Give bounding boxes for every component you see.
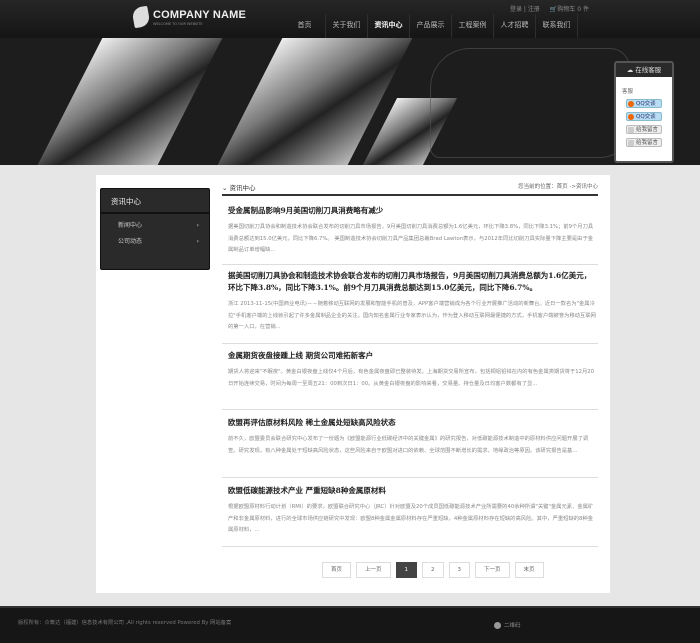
divider bbox=[222, 409, 598, 410]
sidebar-title: 资讯中心 bbox=[101, 189, 209, 214]
last-page-button[interactable]: 末页 bbox=[514, 562, 544, 578]
article-summary: 据美国切削刀具协会和制造技术协会联合发布的切削刀具市场报告，9月美国切削刀具消费… bbox=[228, 224, 594, 253]
logo[interactable]: COMPANY NAME WELCOME TO OUR WEBSITE bbox=[131, 5, 247, 29]
article-title[interactable]: 欧盟低碳能源技术产业 严重短缺8种金属原材料 bbox=[228, 485, 598, 497]
page-3-button[interactable]: 3 bbox=[448, 562, 471, 578]
leave-message-button[interactable]: 给我留言 bbox=[626, 125, 662, 134]
divider bbox=[222, 546, 598, 547]
first-page-button[interactable]: 首页 bbox=[322, 562, 352, 578]
sidebar-item-company[interactable]: 公司动态 › bbox=[101, 234, 209, 250]
article-item: 欧盟再评估原材料风险 稀土金属处短缺高风险状态 前不久，欧盟委员会联合研究中心发… bbox=[228, 417, 598, 457]
page-1-button[interactable]: 1 bbox=[395, 562, 418, 578]
breadcrumb[interactable]: 您当前的位置：首页 ->资讯中心 bbox=[518, 182, 598, 194]
cart-link[interactable]: 🛒购物车 0 件 bbox=[550, 4, 589, 13]
article-item: 受金属制品影响9月美国切削刀具消费略有减少 据美国切削刀具协会和制造技术协会联合… bbox=[228, 205, 598, 257]
banner-sketch-image bbox=[430, 48, 630, 158]
article-title[interactable]: 据美国切削刀具协会和制造技术协会联合发布的切削刀具市场报告，9月美国切削刀具消费… bbox=[228, 270, 598, 294]
nav-cases[interactable]: 工程案例 bbox=[452, 14, 494, 38]
sidebar-item-news[interactable]: 新闻中心 › bbox=[101, 218, 209, 234]
nav-news[interactable]: 资讯中心 bbox=[368, 14, 410, 38]
page-2-button[interactable]: 2 bbox=[422, 562, 444, 578]
nav-jobs[interactable]: 人才招聘 bbox=[494, 14, 536, 38]
banner bbox=[0, 38, 700, 165]
widget-title: ☁ 在线客服 bbox=[616, 63, 672, 77]
nav-products[interactable]: 产品展示 bbox=[410, 14, 452, 38]
divider bbox=[222, 264, 598, 265]
pagination: 首页 上一页 1 2 3 下一页 末页 bbox=[322, 562, 544, 578]
nav-contact[interactable]: 联系我们 bbox=[536, 14, 578, 38]
sidebar: 资讯中心 新闻中心 › 公司动态 › bbox=[100, 188, 210, 270]
article-item: 欧盟低碳能源技术产业 严重短缺8种金属原材料 根据欧盟原材料行动计划（RMI）的… bbox=[228, 485, 598, 537]
tagline: WELCOME TO OUR WEBSITE bbox=[153, 21, 203, 26]
footer: 版权所有：众筹达（福建）信息技术有限公司 ,All rights reserve… bbox=[0, 606, 700, 643]
nav-home[interactable]: 首页 bbox=[284, 14, 326, 38]
chevron-down-icon: ⌄ bbox=[222, 184, 230, 192]
leaf-logo-icon bbox=[131, 5, 151, 29]
banner-engine-image bbox=[37, 38, 223, 165]
article-summary: 前不久，欧盟委员会联合研究中心发布了一份题为《欧盟能源行业低碳经济中的关键金属》… bbox=[228, 436, 589, 454]
qq-icon bbox=[628, 114, 634, 120]
prev-page-button[interactable]: 上一页 bbox=[356, 562, 391, 578]
chat-icon: ☁ bbox=[626, 66, 636, 74]
divider bbox=[222, 343, 598, 344]
article-title[interactable]: 欧盟再评估原材料风险 稀土金属处短缺高风险状态 bbox=[228, 417, 598, 429]
article-summary: 根据欧盟原材料行动计划（RMI）的要求，欧盟联合研究中心（JRC）针对欧盟及20… bbox=[228, 504, 594, 533]
article-summary: 浙江 2013-11-15(中国商业电讯)－－随着移动互联网的发展和智能手机的普… bbox=[228, 301, 596, 330]
qq-chat-button[interactable]: QQ交谈 bbox=[626, 112, 662, 121]
message-icon bbox=[628, 127, 634, 133]
article-title[interactable]: 受金属制品影响9月美国切削刀具消费略有减少 bbox=[228, 205, 598, 217]
main-header: ⌄ 资讯中心 您当前的位置：首页 ->资讯中心 bbox=[222, 182, 598, 196]
header: COMPANY NAME WELCOME TO OUR WEBSITE 登录 |… bbox=[0, 0, 700, 38]
qq-chat-button[interactable]: QQ交谈 bbox=[626, 99, 662, 108]
widget-label: 客服 bbox=[622, 89, 634, 95]
online-service-widget: ☁ 在线客服 客服 QQ交谈 QQ交谈 给我留言 给我留言 bbox=[614, 61, 674, 163]
leave-message-button[interactable]: 给我留言 bbox=[626, 138, 662, 147]
main-nav: 首页 关于我们 资讯中心 产品展示 工程案例 人才招聘 联系我们 bbox=[284, 14, 578, 38]
message-icon bbox=[628, 140, 634, 146]
article-title[interactable]: 金属期货夜盘接踵上线 期货公司难拓新客户 bbox=[228, 350, 598, 362]
section-title: 资讯中心 bbox=[229, 184, 256, 192]
qrcode-icon bbox=[494, 621, 501, 629]
copyright: 版权所有：众筹达（福建）信息技术有限公司 ,All rights reserve… bbox=[18, 620, 232, 626]
next-page-button[interactable]: 下一页 bbox=[475, 562, 510, 578]
article-item: 金属期货夜盘接踵上线 期货公司难拓新客户 期货人将迎来"不眠夜"。黄金白银夜盘上… bbox=[228, 350, 598, 390]
nav-about[interactable]: 关于我们 bbox=[326, 14, 368, 38]
qrcode-link[interactable]: 二维码 bbox=[494, 621, 521, 629]
article-summary: 期货人将迎来"不眠夜"。黄金白银夜盘上线仅4个月后，有色金属夜盘即已整装待发。上… bbox=[228, 369, 595, 387]
company-name: COMPANY NAME bbox=[153, 8, 247, 21]
article-item: 据美国切削刀具协会和制造技术协会联合发布的切削刀具市场报告，9月美国切削刀具消费… bbox=[228, 270, 598, 334]
divider bbox=[222, 477, 598, 478]
qq-icon bbox=[628, 101, 634, 107]
cart-label: 购物车 0 件 bbox=[557, 6, 589, 13]
login-register-link[interactable]: 登录 | 注册 bbox=[510, 4, 540, 13]
